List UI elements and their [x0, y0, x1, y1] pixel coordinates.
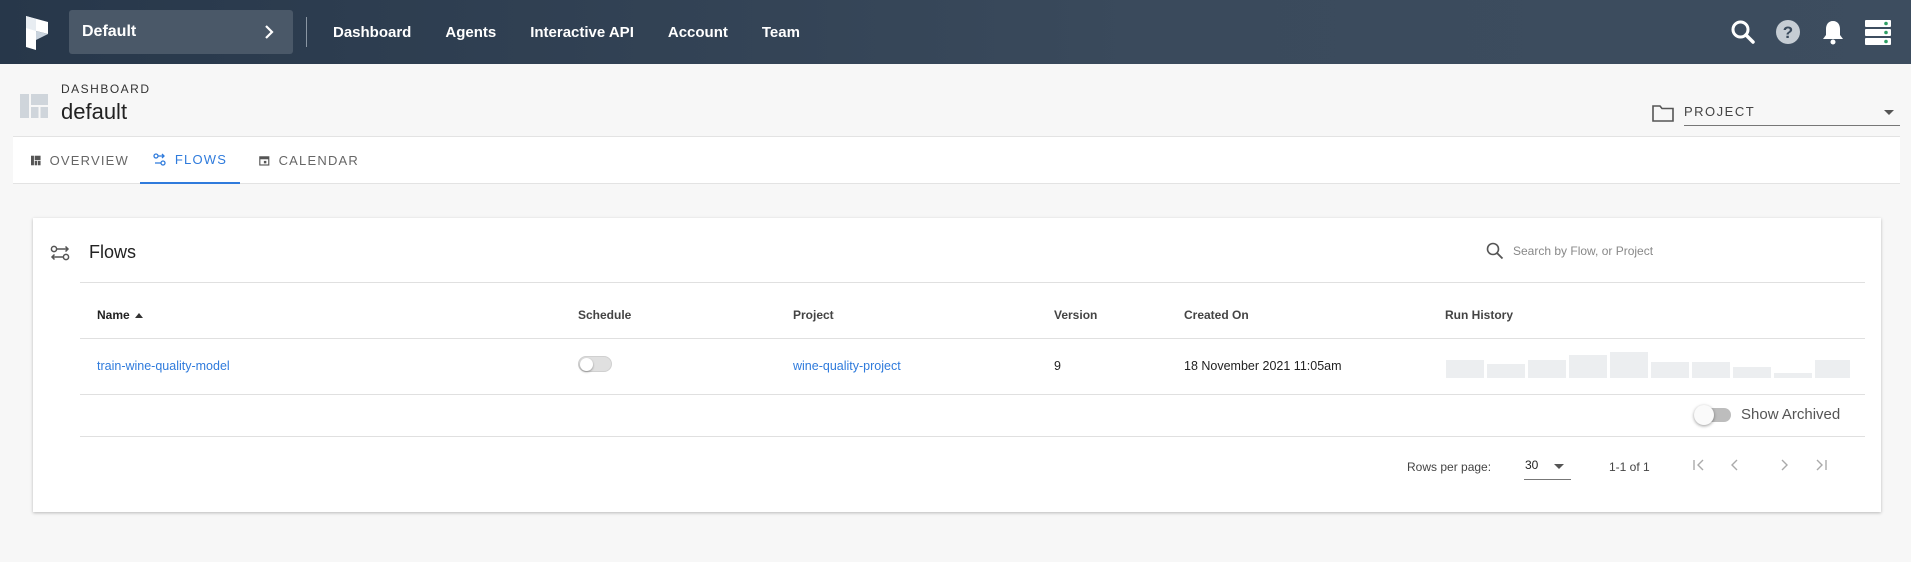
flow-created-on: 18 November 2021 11:05am	[1184, 359, 1342, 373]
show-archived-label: Show Archived	[1741, 406, 1841, 423]
first-page-button[interactable]	[1687, 453, 1711, 477]
server-icon[interactable]	[1863, 14, 1893, 50]
divider	[80, 338, 1865, 339]
toggle-knob	[580, 358, 593, 371]
flows-icon	[153, 153, 166, 166]
run-history-chart	[1446, 352, 1850, 378]
tab-overview[interactable]: OVERVIEW	[31, 137, 129, 184]
search-input[interactable]	[1513, 244, 1813, 258]
tab-label: FLOWS	[174, 152, 228, 167]
rows-per-page-select[interactable]: 30	[1524, 458, 1571, 480]
top-app-bar: Default Dashboard Agents Interactive API…	[0, 0, 1911, 64]
search-icon[interactable]	[1728, 14, 1758, 50]
main-nav: Dashboard Agents Interactive API Account…	[316, 0, 817, 64]
breadcrumb: DASHBOARD	[61, 82, 151, 96]
tab-label: OVERVIEW	[49, 153, 129, 168]
chevron-right-icon	[1781, 459, 1788, 471]
rows-per-page-value: 30	[1525, 458, 1539, 472]
divider	[80, 282, 1865, 283]
caret-down-icon	[1884, 110, 1894, 115]
project-select[interactable]: PROJECT	[1684, 100, 1900, 126]
nav-team[interactable]: Team	[745, 24, 817, 41]
toggle-track	[1694, 404, 1731, 425]
flow-name-link[interactable]: train-wine-quality-model	[97, 359, 230, 373]
column-header-run-history: Run History	[1445, 308, 1514, 322]
run-history-bar[interactable]	[1487, 364, 1525, 378]
column-header-created-on[interactable]: Created On	[1184, 308, 1249, 322]
tab-flows[interactable]: FLOWS	[140, 137, 240, 184]
folder-icon	[1652, 105, 1674, 122]
tab-calendar[interactable]: CALENDAR	[259, 137, 359, 184]
team-selector[interactable]: Default	[69, 10, 293, 54]
svg-text:?: ?	[1783, 23, 1793, 42]
flows-card: Flows Name Schedule Project Version Crea…	[33, 218, 1881, 512]
run-history-bar[interactable]	[1446, 360, 1484, 378]
nav-account[interactable]: Account	[651, 24, 745, 41]
run-history-bar[interactable]	[1651, 362, 1689, 378]
last-page-icon	[1816, 459, 1827, 471]
nav-dashboard[interactable]: Dashboard	[316, 24, 428, 41]
overview-icon	[31, 155, 41, 166]
topbar-actions: ?	[1728, 14, 1893, 50]
column-header-name[interactable]: Name	[97, 308, 143, 322]
page-title: default	[61, 99, 128, 124]
dashboard-tabs: OVERVIEW FLOWS CALENDAR	[13, 136, 1900, 184]
chevron-right-icon	[265, 25, 274, 39]
last-page-button[interactable]	[1809, 453, 1833, 477]
nav-interactive-api[interactable]: Interactive API	[513, 24, 651, 41]
card-title: Flows	[89, 242, 137, 262]
topbar-divider	[306, 17, 307, 47]
run-history-bar[interactable]	[1610, 352, 1648, 378]
team-name: Default	[82, 23, 137, 40]
prev-page-button[interactable]	[1723, 453, 1747, 477]
flow-version: 9	[1054, 359, 1061, 373]
run-history-bar[interactable]	[1569, 355, 1607, 378]
flows-icon	[50, 245, 70, 261]
prefect-logo[interactable]	[22, 14, 52, 52]
column-label: Name	[97, 308, 130, 322]
pagination-range: 1-1 of 1	[1609, 460, 1650, 474]
flow-search	[1486, 242, 1813, 260]
project-link[interactable]: wine-quality-project	[793, 359, 901, 373]
divider	[80, 436, 1865, 437]
bell-icon[interactable]	[1818, 14, 1848, 50]
run-history-bar[interactable]	[1815, 360, 1850, 378]
run-history-bar[interactable]	[1774, 373, 1812, 378]
column-header-schedule[interactable]: Schedule	[578, 308, 631, 322]
run-history-bar[interactable]	[1528, 360, 1566, 378]
rows-per-page-label: Rows per page:	[1407, 460, 1492, 474]
schedule-toggle[interactable]	[578, 356, 612, 372]
sort-ascending-icon	[134, 313, 143, 318]
toggle-knob	[1694, 404, 1714, 425]
search-icon	[1486, 242, 1504, 260]
show-archived-toggle[interactable]: Show Archived	[1694, 404, 1841, 425]
calendar-icon	[259, 156, 270, 166]
chevron-left-icon	[1731, 459, 1738, 471]
project-select-label: PROJECT	[1684, 104, 1756, 119]
next-page-button[interactable]	[1772, 453, 1796, 477]
tab-label: CALENDAR	[278, 153, 359, 168]
first-page-icon	[1693, 459, 1704, 471]
caret-down-icon	[1554, 464, 1564, 469]
run-history-bar[interactable]	[1733, 367, 1771, 378]
column-header-version[interactable]: Version	[1054, 308, 1097, 322]
nav-agents[interactable]: Agents	[428, 24, 513, 41]
help-icon[interactable]: ?	[1773, 14, 1803, 50]
dashboard-icon	[20, 94, 48, 118]
divider	[80, 394, 1865, 395]
column-header-project[interactable]: Project	[793, 308, 834, 322]
run-history-bar[interactable]	[1692, 362, 1730, 378]
